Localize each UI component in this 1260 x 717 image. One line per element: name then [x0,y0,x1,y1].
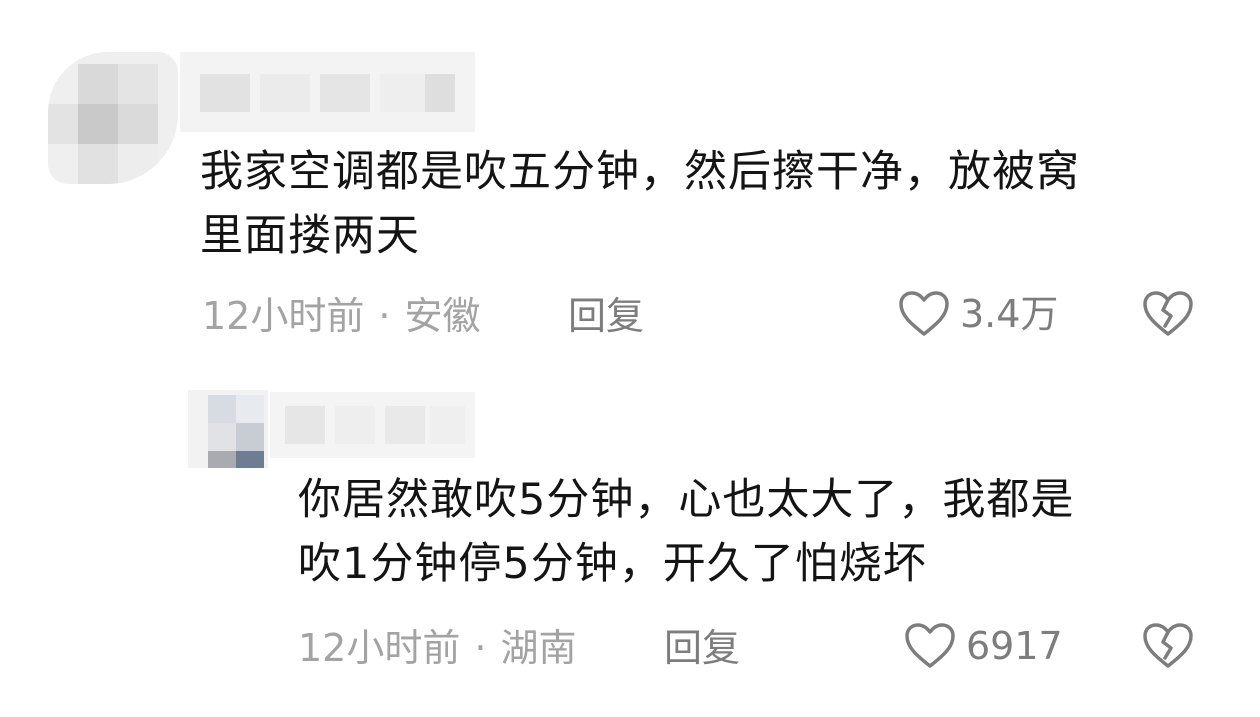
comment-time: 12小时前 [202,294,365,338]
comment-meta: 12小时前 · 安徽 [202,292,480,340]
meta-separator: · [378,294,391,338]
like-button[interactable]: 3.4万 [898,290,1058,338]
reply-button[interactable]: 回复 [568,292,644,340]
broken-heart-icon [1143,291,1193,336]
username-blurred[interactable] [180,52,475,132]
avatar[interactable] [48,52,178,184]
comment-time: 12小时前 [298,626,461,670]
like-button[interactable]: 6917 [904,622,1063,670]
comment-meta: 12小时前 · 湖南 [298,624,576,672]
comment-text: 我家空调都是吹五分钟，然后擦干净，放被窝 里面搂两天 [200,147,1080,261]
comment-location: 安徽 [404,294,481,338]
broken-heart-icon [1143,623,1193,668]
username-blurred[interactable] [270,392,475,458]
comment-location: 湖南 [500,626,577,670]
heart-outline-icon [905,623,955,668]
meta-separator: · [474,626,487,670]
heart-outline-icon [899,291,949,336]
comment-item: 我家空调都是吹五分钟，然后擦干净，放被窝 里面搂两天 12小时前 · 安徽 回复 3… [0,0,1260,360]
avatar[interactable] [188,390,268,468]
comment-item: 你居然敢吹5分钟，心也太大了，我都是 吹1分钟停5分钟，开久了怕烧坏 12小时前… [0,360,1260,717]
dislike-button[interactable] [1142,290,1194,342]
like-count: 3.4万 [960,292,1059,336]
comment-text: 你居然敢吹5分钟，心也太大了，我都是 吹1分钟停5分钟，开久了怕烧坏 [298,475,1075,589]
dislike-button[interactable] [1142,622,1194,674]
like-count: 6917 [966,624,1063,668]
reply-button[interactable]: 回复 [664,624,740,672]
